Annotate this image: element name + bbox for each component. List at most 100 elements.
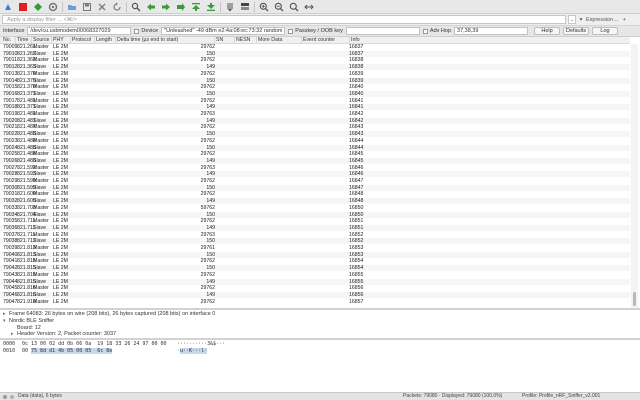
hex-bytes[interactable]: 00 75 8d d1 4b 05 00 05 6c 8e <box>22 347 113 354</box>
start-capture-icon[interactable] <box>2 1 13 12</box>
interface-select[interactable]: /dev/cu.usbmodem0006832702​9 <box>27 27 132 35</box>
column-divider[interactable] <box>94 37 95 44</box>
column-divider[interactable] <box>256 37 257 44</box>
packet-row[interactable]: 79023 821.488 Master LE 2M 29762 16844 <box>0 138 630 144</box>
zoom-out-icon[interactable] <box>273 1 284 12</box>
column-divider[interactable] <box>115 37 116 44</box>
packet-row[interactable]: 79021 821.487 Master LE 2M 29762 16843 <box>0 124 630 130</box>
status-profile[interactable]: Profile: Profile_nRF_Sniffer_v2.001 <box>522 393 600 400</box>
packet-row[interactable]: 79046 821.816 Slave LE 2M 149 16856 <box>0 291 630 298</box>
save-file-icon[interactable] <box>81 1 92 12</box>
column-header-phy[interactable]: PHY <box>53 37 64 44</box>
normal-size-icon[interactable] <box>288 1 299 12</box>
packet-row[interactable]: 79034 821.704 Slave LE 2M 150 16850 <box>0 211 630 218</box>
packet-row[interactable]: 79047 821.919 Master LE 2M 29762 16857 <box>0 299 630 305</box>
packet-row[interactable]: 79038 821.712 Slave LE 2M 150 16852 <box>0 238 630 245</box>
ascii-bytes[interactable]: ··········3&$··· <box>177 341 225 347</box>
device-checkbox[interactable] <box>134 28 140 34</box>
column-header-source[interactable]: Source <box>33 37 49 44</box>
go-first-icon[interactable] <box>190 1 201 12</box>
packet-list-scroll-thumb[interactable] <box>633 292 636 306</box>
close-file-icon[interactable] <box>96 1 107 12</box>
packet-row[interactable]: 79031 821.600 Master LE 2M 29762 16848 <box>0 191 630 197</box>
packet-row[interactable]: 79016 821.371 Slave LE 2M 150 16840 <box>0 90 630 97</box>
packet-row[interactable]: 79030 821.599 Slave LE 2M 150 16847 <box>0 184 630 191</box>
detail-tree-item[interactable]: Board: 12 <box>11 325 41 331</box>
display-filter-input[interactable]: Apply a display filter ... <⌘/> <box>2 15 566 24</box>
column-divider[interactable] <box>234 37 235 44</box>
capture-comments-icon[interactable] <box>10 395 14 399</box>
find-packet-icon[interactable] <box>130 1 141 12</box>
apply-filter-button[interactable]: → <box>568 15 576 24</box>
expert-info-icon[interactable] <box>3 395 7 399</box>
log-button[interactable]: Log <box>592 27 619 35</box>
packet-row[interactable]: 79026 821.488 Slave LE 2M 149 16845 <box>0 157 630 164</box>
detail-tree-item[interactable]: ▸ Frame 64083: 26 bytes on wire (208 bits… <box>3 311 215 317</box>
column-header-length[interactable]: Length <box>96 37 112 44</box>
go-last-icon[interactable] <box>205 1 216 12</box>
packet-row[interactable]: 79044 821.815 Slave LE 2M 149 16855 <box>0 278 630 285</box>
ascii-bytes[interactable]: ·u··K···l· <box>177 347 208 354</box>
adv-hop-field[interactable]: 37,38,39 <box>454 27 529 35</box>
help-button[interactable]: Help <box>534 27 561 35</box>
packet-row[interactable]: 79042 821.815 Slave LE 2M 150 16854 <box>0 265 630 272</box>
packet-row[interactable]: 79041 821.815 Master LE 2M 29762 16854 <box>0 258 630 264</box>
expression-button[interactable]: Expression… <box>586 15 619 24</box>
packet-row[interactable]: 79013 821.370 Master LE 2M 29762 16839 <box>0 71 630 77</box>
packet-row[interactable]: 79015 821.370 Master LE 2M 29762 16840 <box>0 84 630 90</box>
packet-list[interactable]: No. Time Source PHY Protocol Length Delta time… <box>0 37 640 308</box>
device-select[interactable]: "Unleashed" -49 dBm e2:4a:08:ec:73:32 ra… <box>161 27 286 35</box>
packet-details-pane[interactable]: ▸ Frame 64083: 26 bytes on wire (208 bits… <box>0 310 640 338</box>
packet-row[interactable]: 79037 821.711 Master LE 2M 29763 16852 <box>0 232 630 238</box>
add-filter-button[interactable]: + <box>623 15 626 24</box>
passkey-checkbox[interactable] <box>288 28 294 34</box>
detail-tree-item[interactable]: ▾ Nordic BLE Sniffer <box>3 318 54 324</box>
filter-history-icon[interactable]: ▾ <box>578 15 584 24</box>
packet-bytes-pane[interactable]: 0000 0c 13 00 02 dd 0b 06 0a 19 18 33 26 … <box>0 340 640 392</box>
capture-options-icon[interactable] <box>47 1 58 12</box>
restart-capture-icon[interactable] <box>32 1 43 12</box>
packet-row[interactable]: 79014 821.370 Slave LE 2M 150 16839 <box>0 77 630 84</box>
column-divider[interactable] <box>349 37 350 44</box>
packet-list-scrollbar[interactable] <box>631 44 638 308</box>
column-header-nesn[interactable]: NESN <box>236 37 250 44</box>
auto-scroll-icon[interactable] <box>224 1 235 12</box>
column-header-delta[interactable]: Delta time (µs end to start) <box>117 37 178 44</box>
column-header-sn[interactable]: SN <box>216 37 223 44</box>
go-back-icon[interactable] <box>145 1 156 12</box>
column-header-protocol[interactable]: Protocol <box>72 37 91 44</box>
packet-row[interactable]: 79010 821.262 Slave LE 2M 150 16837 <box>0 50 630 57</box>
column-header-info[interactable]: Info <box>351 37 360 44</box>
packet-row[interactable]: 79018 821.371 Slave LE 2M 149 16841 <box>0 104 630 111</box>
passkey-field[interactable] <box>345 27 420 35</box>
stop-capture-icon[interactable] <box>17 1 28 12</box>
go-forward-icon[interactable] <box>160 1 171 12</box>
packet-row[interactable]: 79027 821.592 Master LE 2M 29763 16846 <box>0 165 630 171</box>
open-file-icon[interactable] <box>66 1 77 12</box>
adv-hop-checkbox[interactable] <box>422 28 428 34</box>
packet-row[interactable]: 79012 821.363 Slave LE 2M 149 16838 <box>0 64 630 71</box>
column-header-more-data[interactable]: More Data <box>258 37 282 44</box>
packet-row[interactable]: 79035 821.711 Master LE 2M 29762 16851 <box>0 218 630 224</box>
packet-row[interactable]: 79039 821.813 Master LE 2M 29761 16853 <box>0 245 630 251</box>
packet-row[interactable]: 79025 821.488 Master LE 2M 29762 16845 <box>0 151 630 157</box>
hex-bytes[interactable]: 0c 13 00 02 dd 0b 06 0a 19 18 33 26 24 9… <box>22 341 167 347</box>
reload-icon[interactable] <box>111 1 122 12</box>
column-header-no[interactable]: No. <box>3 37 11 44</box>
detail-tree-item[interactable]: ▸ Header Version: 2, Packet counter: 3037 <box>11 331 116 337</box>
colorize-icon[interactable] <box>239 1 250 12</box>
packet-row[interactable]: 79017 821.481 Master LE 2M 29762 16841 <box>0 98 630 104</box>
packet-row[interactable]: 79022 821.488 Slave LE 2M 150 16843 <box>0 131 630 138</box>
packet-row[interactable]: 79040 821.813 Slave LE 2M 150 16853 <box>0 251 630 258</box>
column-divider[interactable] <box>70 37 71 44</box>
packet-row[interactable]: 79020 821.481 Slave LE 2M 149 16842 <box>0 117 630 124</box>
column-divider[interactable] <box>51 37 52 44</box>
packet-row[interactable]: 79045 821.816 Master LE 2M 29762 16856 <box>0 285 630 291</box>
column-header-time[interactable]: Time <box>17 37 28 44</box>
defaults-button[interactable]: Defaults <box>563 27 590 35</box>
column-divider[interactable] <box>15 37 16 44</box>
column-divider[interactable] <box>301 37 302 44</box>
resize-columns-icon[interactable] <box>303 1 314 12</box>
column-divider[interactable] <box>214 37 215 44</box>
packet-row[interactable]: 79032 821.600 Slave LE 2M 149 16848 <box>0 198 630 205</box>
